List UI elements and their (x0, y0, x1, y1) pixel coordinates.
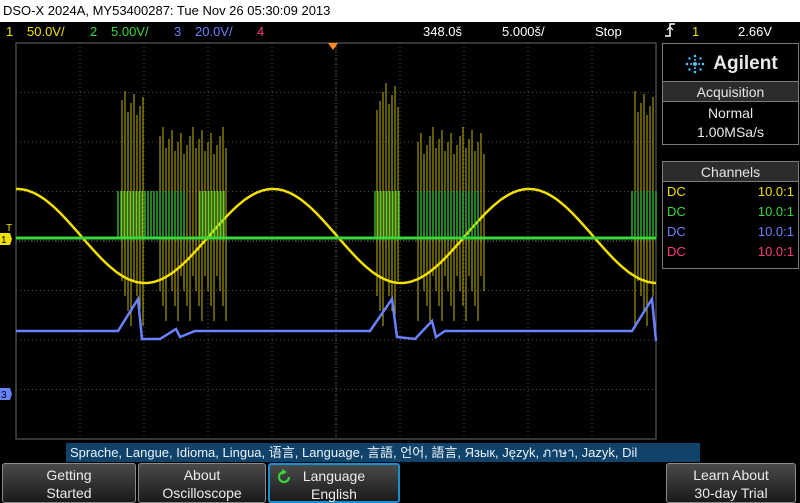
timebase-scale[interactable]: 5.000š/ (502, 22, 545, 41)
softkey-label: English (311, 486, 357, 502)
side-panel: Agilent Acquisition Normal 1.00MSa/s Cha… (660, 41, 800, 441)
channel-coupling: DC (667, 184, 686, 199)
language-button[interactable]: Language English (268, 463, 400, 503)
trigger-level-marker: T (6, 223, 12, 234)
horizontal-delay[interactable]: 348.0š (423, 22, 462, 41)
svg-text:1: 1 (1, 235, 7, 246)
window-title: DSO-X 2024A, MY53400287: Tue Nov 26 05:3… (0, 0, 800, 22)
getting-started-button[interactable]: Getting Started (2, 463, 136, 503)
brand-logo: Agilent (662, 43, 799, 85)
channel-coupling: DC (667, 244, 686, 259)
ch2-pulse-burst (417, 191, 479, 238)
softkey-label: Started (46, 485, 92, 501)
graticule (15, 42, 657, 440)
about-oscilloscope-button[interactable]: About Oscilloscope (138, 463, 266, 503)
trigger-rising-edge-icon (664, 22, 676, 43)
sample-rate: 1.00MSa/s (697, 124, 764, 140)
softkey-label: Learn About (693, 467, 769, 483)
run-state: Stop (595, 24, 622, 39)
ch2-pulse-burst (199, 191, 225, 238)
channel-row-2[interactable]: DC 10.0:1 (663, 202, 798, 222)
channel-row-1[interactable]: DC 10.0:1 (663, 182, 798, 202)
probe-ratio: 10.0:1 (757, 244, 794, 259)
softkey-label: About (183, 467, 221, 483)
ch2-number[interactable]: 2 (90, 22, 97, 41)
ch2-pulse-burst (374, 191, 400, 238)
acquisition-mode: Normal (707, 105, 754, 121)
ch1-spike-burst (159, 127, 227, 321)
channel-row-3[interactable]: DC 10.0:1 (663, 222, 798, 242)
ch2-scale[interactable]: 5.00V/ (111, 22, 149, 41)
probe-ratio: 10.0:1 (757, 204, 794, 219)
softkey-label: Oscilloscope (162, 485, 242, 501)
learn-about-trial-button[interactable]: Learn About 30-day Trial (666, 463, 796, 503)
ch3-scale[interactable]: 20.0V/ (195, 22, 233, 41)
trigger-source[interactable]: 1 (692, 22, 699, 41)
status-bar: 1 50.0V/ 2 5.00V/ 3 20.0V/ 4 348.0š 5.00… (0, 22, 800, 41)
channels-panel[interactable]: Channels DC 10.0:1 DC 10.0:1 DC 10.0:1 D… (662, 161, 799, 269)
softkey-label: 30-day Trial (694, 485, 768, 501)
svg-text:3: 3 (1, 390, 7, 401)
acquisition-header: Acquisition (663, 82, 798, 102)
ch2-pulse-burst (631, 191, 657, 238)
ch3-number[interactable]: 3 (174, 22, 181, 41)
agilent-spark-icon (685, 54, 705, 74)
probe-ratio: 10.0:1 (757, 184, 794, 199)
rotate-arrow-icon (277, 469, 291, 484)
channel-coupling: DC (667, 224, 686, 239)
channel-row-4[interactable]: DC 10.0:1 (663, 242, 798, 262)
waveform-display[interactable]: T 1 3 (0, 41, 660, 441)
channel-coupling: DC (667, 204, 686, 219)
probe-ratio: 10.0:1 (757, 224, 794, 239)
brand-name: Agilent (713, 53, 778, 74)
acquisition-panel[interactable]: Acquisition Normal 1.00MSa/s (662, 81, 799, 145)
ch4-number[interactable]: 4 (257, 22, 264, 41)
ch1-ground-marker: 1 (0, 233, 12, 246)
language-options-bar: Sprache, Langue, Idioma, Lingua, 语言, Lan… (66, 443, 700, 462)
channels-header: Channels (663, 162, 798, 182)
ch3-ground-marker: 3 (0, 388, 12, 401)
ch1-scale[interactable]: 50.0V/ (27, 22, 65, 41)
ch1-number[interactable]: 1 (6, 22, 13, 41)
trigger-level[interactable]: 2.66V (738, 22, 772, 41)
softkey-label: Getting (46, 467, 92, 483)
